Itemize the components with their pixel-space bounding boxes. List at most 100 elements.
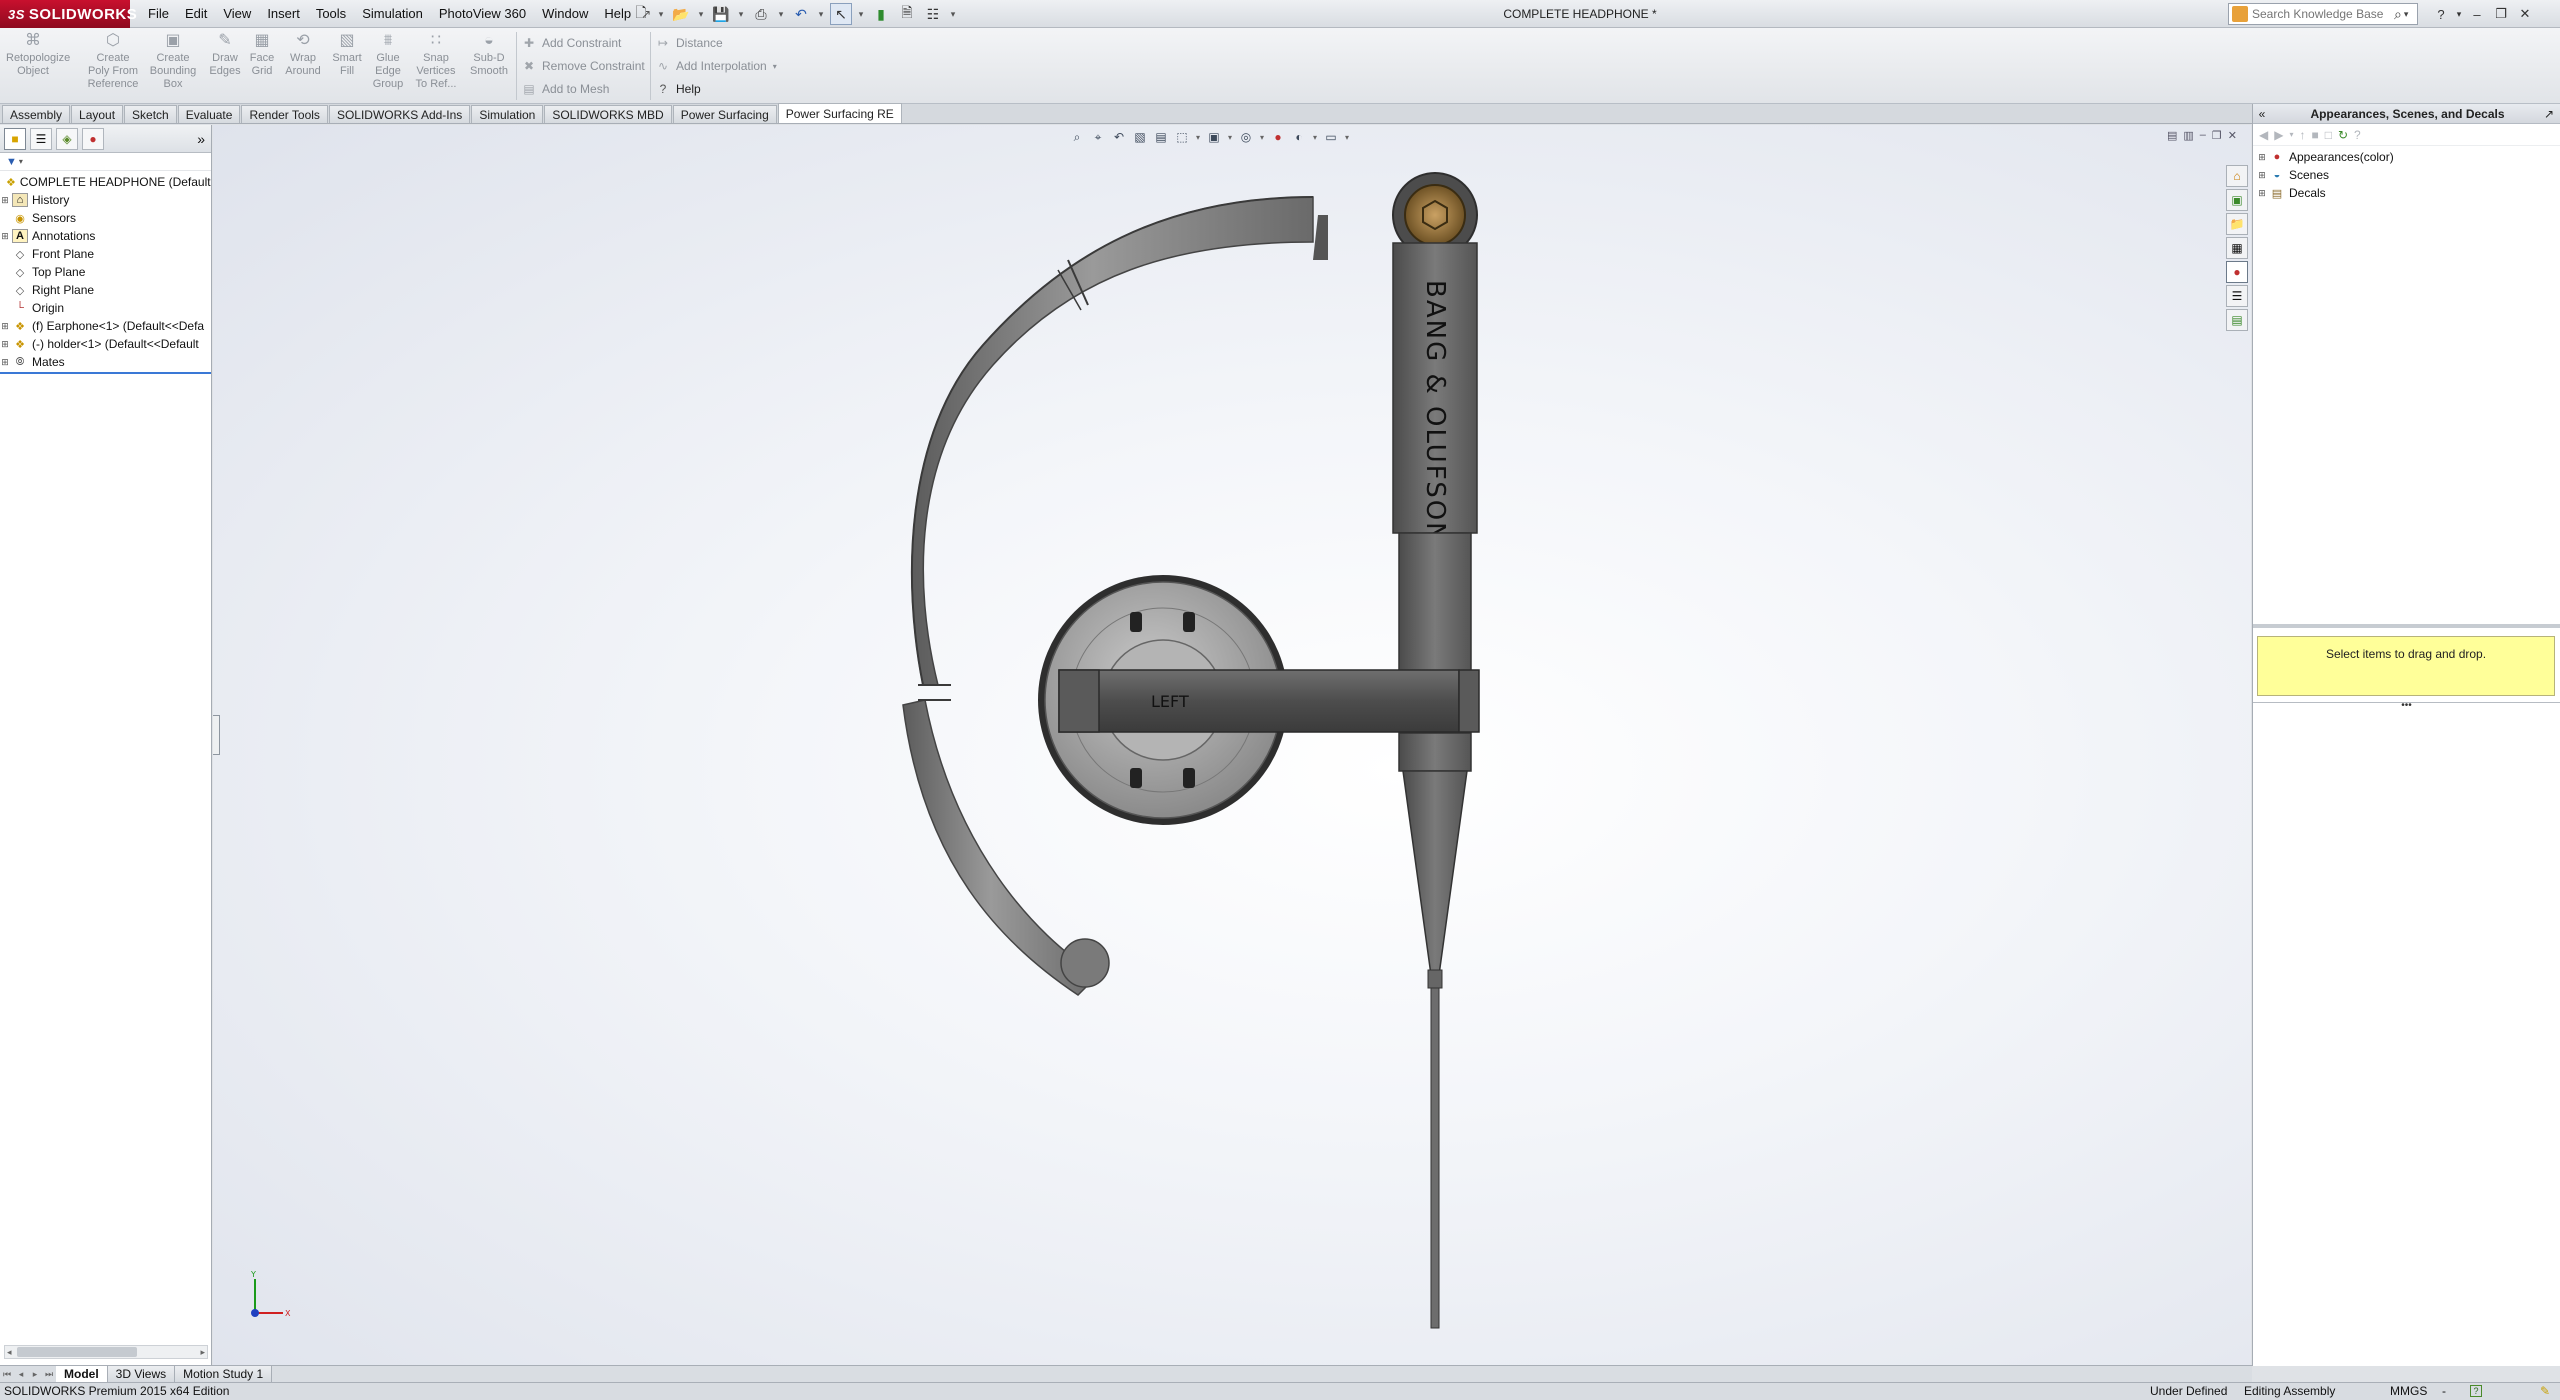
menu-view[interactable]: View: [215, 0, 259, 28]
tab-power-surfacing-re[interactable]: Power Surfacing RE: [777, 103, 902, 123]
subd-smooth-button[interactable]: ◒ Sub-D Smooth: [464, 32, 514, 78]
search-input[interactable]: [2252, 7, 2392, 21]
propertymanager-tab-icon[interactable]: ☰: [30, 127, 52, 150]
tree-item-annotations[interactable]: ⊞ A Annotations: [0, 227, 211, 245]
remove-constraint-button[interactable]: ✖ Remove Constraint: [522, 57, 645, 75]
save-icon[interactable]: 💾: [710, 3, 732, 25]
solidworks-resources-icon[interactable]: ⌂: [2226, 165, 2248, 187]
forum-icon[interactable]: ▤: [2226, 309, 2248, 331]
help-dropdown-icon[interactable]: ▾: [2454, 3, 2464, 25]
print-icon[interactable]: ⎙: [750, 3, 772, 25]
forward-dropdown-icon[interactable]: ▾: [2289, 130, 2293, 139]
tab-render-tools[interactable]: Render Tools: [241, 105, 328, 123]
earpiece-arm[interactable]: LEFT: [1058, 669, 1480, 733]
tab-first-icon[interactable]: ⏮: [0, 1366, 14, 1382]
interpolation-dropdown-icon[interactable]: ▾: [773, 62, 777, 71]
tab-power-surfacing[interactable]: Power Surfacing: [672, 105, 777, 123]
tree-item-mates[interactable]: ⊞ ⦾ Mates: [0, 353, 211, 371]
close-icon[interactable]: ✕: [2514, 3, 2536, 25]
expand-icon[interactable]: ⊞: [0, 321, 10, 332]
units-selector[interactable]: MMGS: [2390, 1383, 2427, 1400]
scrollbar-thumb[interactable]: [17, 1347, 137, 1357]
add-interpolation-button[interactable]: ∿ Add Interpolation ▾: [656, 57, 777, 75]
wrap-around-button[interactable]: ⟲ Wrap Around: [278, 32, 328, 78]
tree-item-front-plane[interactable]: ◇ Front Plane: [0, 245, 211, 263]
new-document-icon[interactable]: 🗋: [630, 3, 652, 25]
help-question-icon[interactable]: ?: [2354, 128, 2361, 142]
distance-button[interactable]: ↦ Distance: [656, 34, 723, 52]
tree-item-earphone[interactable]: ⊞ ❖ (f) Earphone<1> (Default<<Defa: [0, 317, 211, 335]
minimize-icon[interactable]: –: [2466, 3, 2488, 25]
add-constraint-button[interactable]: ✚ Add Constraint: [522, 34, 621, 52]
tab-model[interactable]: Model: [56, 1366, 108, 1382]
tab-simulation[interactable]: Simulation: [471, 105, 544, 123]
tp-item-decals[interactable]: ⊞ ▤ Decals: [2253, 184, 2560, 202]
tp-item-scenes[interactable]: ⊞ ◒ Scenes: [2253, 166, 2560, 184]
rebuild-pencil-icon[interactable]: ✎: [2540, 1383, 2550, 1400]
displaymanager-tab-icon[interactable]: ●: [82, 127, 104, 150]
tree-item-top-plane[interactable]: ◇ Top Plane: [0, 263, 211, 281]
graphics-area[interactable]: ⌕ ⌖ ↶ ▧ ▤ ⬚ ▾ ▣ ▾ ◎ ▾ ● ◐ ▾ ▭ ▾ ▤ ▥ – ❐ …: [213, 125, 2251, 1365]
forward-icon[interactable]: ▶: [2274, 128, 2283, 142]
tab-3d-views[interactable]: 3D Views: [107, 1366, 176, 1382]
collapse-pane-icon[interactable]: «: [2253, 107, 2271, 121]
tree-item-right-plane[interactable]: ◇ Right Plane: [0, 281, 211, 299]
expand-icon[interactable]: ⊞: [0, 231, 10, 242]
status-help-icon[interactable]: ?: [2470, 1385, 2482, 1397]
expand-icon[interactable]: ⊞: [0, 195, 10, 206]
tree-horizontal-scrollbar[interactable]: ◂ ▸: [4, 1345, 208, 1359]
expand-icon[interactable]: ⊞: [2257, 188, 2267, 199]
print-dropdown-icon[interactable]: ▾: [776, 3, 786, 25]
tab-next-icon[interactable]: ▸: [28, 1366, 42, 1382]
undo-dropdown-icon[interactable]: ▾: [816, 3, 826, 25]
help-icon[interactable]: ?: [2430, 3, 2452, 25]
tp-item-appearances[interactable]: ⊞ ● Appearances(color): [2253, 148, 2560, 166]
tree-item-holder[interactable]: ⊞ ❖ (-) holder<1> (Default<<Default: [0, 335, 211, 353]
panel-expand-icon[interactable]: »: [197, 131, 205, 147]
expand-icon[interactable]: ⊞: [2257, 170, 2267, 181]
units-dropdown-icon[interactable]: -: [2442, 1383, 2446, 1400]
tree-filter[interactable]: ▼ ▾: [0, 153, 211, 171]
menu-photoview[interactable]: PhotoView 360: [431, 0, 534, 28]
restore-icon[interactable]: ❐: [2490, 3, 2512, 25]
scroll-left-icon[interactable]: ◂: [7, 1346, 12, 1358]
task-pane-splitter[interactable]: [2253, 624, 2560, 628]
open-folder-icon[interactable]: 📂: [670, 3, 692, 25]
select-dropdown-icon[interactable]: ▾: [856, 3, 866, 25]
solidworks-logo[interactable]: 3S SOLIDWORKS: [0, 0, 137, 28]
up-icon[interactable]: ↑: [2299, 128, 2305, 142]
configurationmanager-tab-icon[interactable]: ◈: [56, 127, 78, 150]
search-box[interactable]: ⌕ ▾: [2228, 3, 2418, 25]
help-button[interactable]: ? Help: [656, 80, 701, 98]
search-dropdown-icon[interactable]: ▾: [2404, 9, 2409, 20]
glue-edge-group-button[interactable]: ⩩ Glue Edge Group: [364, 32, 412, 91]
menu-file[interactable]: File: [140, 0, 177, 28]
expand-icon[interactable]: ⊞: [0, 357, 10, 368]
open-dropdown-icon[interactable]: ▾: [696, 3, 706, 25]
tab-sketch[interactable]: Sketch: [124, 105, 177, 123]
tab-assembly[interactable]: Assembly: [2, 105, 71, 123]
tree-item-sensors[interactable]: ◉ Sensors: [0, 209, 211, 227]
menu-tools[interactable]: Tools: [308, 0, 354, 28]
undo-icon[interactable]: ↶: [790, 3, 812, 25]
filter-dropdown-icon[interactable]: ▾: [19, 157, 23, 166]
menu-insert[interactable]: Insert: [259, 0, 308, 28]
file-properties-icon[interactable]: 🗎: [896, 3, 918, 25]
headphone-model[interactable]: BANG & OLUFSON LEFT: [213, 125, 2251, 1365]
drag-drop-area[interactable]: Select items to drag and drop.: [2257, 636, 2555, 696]
tree-root[interactable]: ❖ COMPLETE HEADPHONE (Default<: [0, 173, 211, 191]
save-dropdown-icon[interactable]: ▾: [736, 3, 746, 25]
tab-layout[interactable]: Layout: [71, 105, 124, 123]
tree-item-origin[interactable]: └ Origin: [0, 299, 211, 317]
options-dropdown-icon[interactable]: ▾: [948, 3, 958, 25]
view-palette-icon[interactable]: ▦: [2226, 237, 2248, 259]
cable-stem[interactable]: [1402, 770, 1468, 1329]
menu-window[interactable]: Window: [534, 0, 596, 28]
back-icon[interactable]: ◀: [2259, 128, 2268, 142]
create-poly-from-reference-button[interactable]: ⬡ Create Poly From Reference: [86, 32, 140, 91]
expand-icon[interactable]: ⊞: [0, 339, 10, 350]
rollback-bar[interactable]: [0, 372, 211, 374]
expand-icon[interactable]: ⊞: [2257, 152, 2267, 163]
tab-solidworks-addins[interactable]: SOLIDWORKS Add-Ins: [328, 105, 471, 123]
design-library-icon[interactable]: ▣: [2226, 189, 2248, 211]
